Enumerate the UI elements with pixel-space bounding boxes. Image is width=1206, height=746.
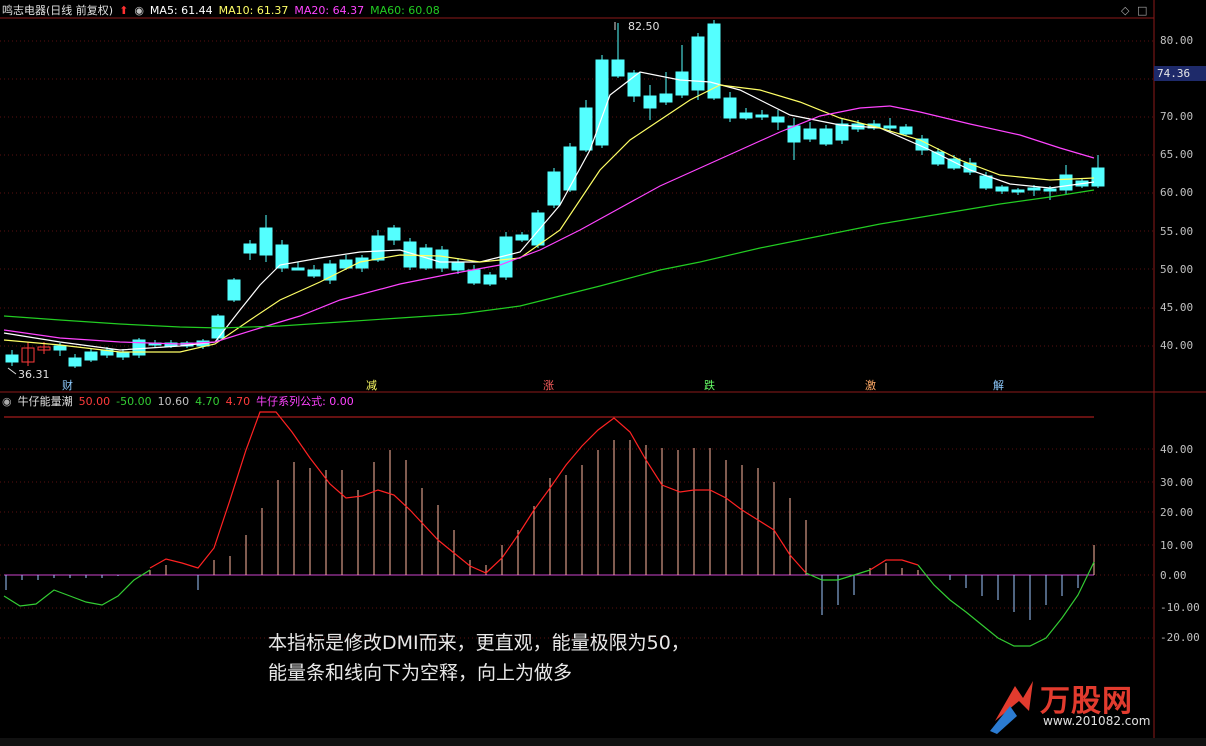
candle-body [1011, 189, 1025, 193]
candle-body [211, 315, 225, 339]
y-tick: 50.00 [1160, 263, 1194, 276]
candle-body [5, 354, 19, 363]
candle-body [979, 175, 993, 189]
event-marker[interactable]: 减 [366, 377, 377, 393]
note-line-2: 能量条和线向下为空释，向上为做多 [268, 662, 573, 684]
y-tick: 65.00 [1160, 148, 1194, 161]
candle-body [739, 112, 753, 119]
ind-y-tick: 10.00 [1160, 539, 1194, 552]
candle-body [84, 351, 98, 361]
candle-body [1027, 187, 1041, 191]
y-tick: 70.00 [1160, 110, 1194, 123]
candle-body [53, 345, 67, 351]
candle-body [723, 97, 737, 119]
candle-body [68, 357, 82, 367]
candle-body [291, 267, 305, 271]
candle-body [243, 243, 257, 254]
y-tick: 80.00 [1160, 34, 1194, 47]
candle-body [371, 235, 385, 261]
candle-body [451, 261, 465, 271]
low-marker [7, 367, 17, 375]
candle-body [435, 249, 449, 269]
candle-body [515, 234, 529, 241]
candle-body [771, 116, 785, 123]
candle-body [1059, 174, 1073, 191]
y-tick: 60.00 [1160, 186, 1194, 199]
y-tick: 55.00 [1160, 225, 1194, 238]
candle-body [995, 186, 1009, 192]
candle-body [307, 269, 321, 277]
ma60-line [3, 189, 1095, 329]
candle-body [883, 125, 897, 129]
high-price-label: 82.50 [628, 20, 660, 33]
ind-y-tick: 20.00 [1160, 506, 1194, 519]
candle-body [483, 274, 497, 285]
y-tick: 40.00 [1160, 339, 1194, 352]
candle-body [755, 114, 769, 118]
event-marker[interactable]: 激 [865, 377, 876, 393]
ind-y-tick: 30.00 [1160, 476, 1194, 489]
event-marker[interactable]: 解 [993, 377, 1004, 393]
candle-body [1043, 188, 1057, 192]
candle-body [611, 59, 625, 77]
energy-line [149, 411, 807, 574]
candle-body [387, 227, 401, 241]
time-axis-bar [0, 738, 1206, 746]
candle-body [659, 93, 673, 103]
candle-body [675, 71, 689, 96]
candle-body [116, 351, 130, 358]
logo-url: www.201082.com [1043, 714, 1151, 728]
low-price-label: 36.31 [18, 368, 50, 381]
current-price-box: 74.36 [1154, 66, 1206, 81]
site-logo: 万股网 www.201082.com [985, 676, 1175, 736]
indicator-note: 本指标是修改DMI而来，更直观，能量极限为50， 能量条和线向下为空释，向上为做… [268, 628, 690, 688]
y-tick: 45.00 [1160, 301, 1194, 314]
ind-y-tick: -10.00 [1160, 601, 1200, 614]
candle-body [547, 171, 561, 206]
candle-body [531, 212, 545, 246]
price-axis: 80.00 70.00 65.00 60.00 55.00 50.00 45.0… [1154, 0, 1206, 746]
note-line-1: 本指标是修改DMI而来，更直观，能量极限为50， [268, 632, 690, 654]
event-marker[interactable]: 涨 [543, 377, 554, 393]
candle-body [595, 59, 609, 146]
candle-body [707, 23, 721, 99]
ind-y-tick: -20.00 [1160, 631, 1200, 644]
ind-y-tick: 0.00 [1160, 569, 1187, 582]
candle-body [899, 126, 913, 135]
candle-body [579, 107, 593, 151]
candle-body [819, 128, 833, 145]
candle-body [467, 269, 481, 284]
candle-body [1091, 167, 1105, 187]
candle-body [803, 128, 817, 140]
logo-arrow-icon [990, 681, 1033, 734]
event-marker[interactable]: 财 [62, 377, 73, 393]
event-marker[interactable]: 跌 [704, 377, 715, 393]
candle-body [643, 95, 657, 109]
candle-body [563, 146, 577, 191]
ind-y-tick: 40.00 [1160, 443, 1194, 456]
energy-line [869, 559, 919, 571]
candle-body [227, 279, 241, 301]
candle-body [259, 227, 273, 256]
candle-body [835, 123, 849, 141]
